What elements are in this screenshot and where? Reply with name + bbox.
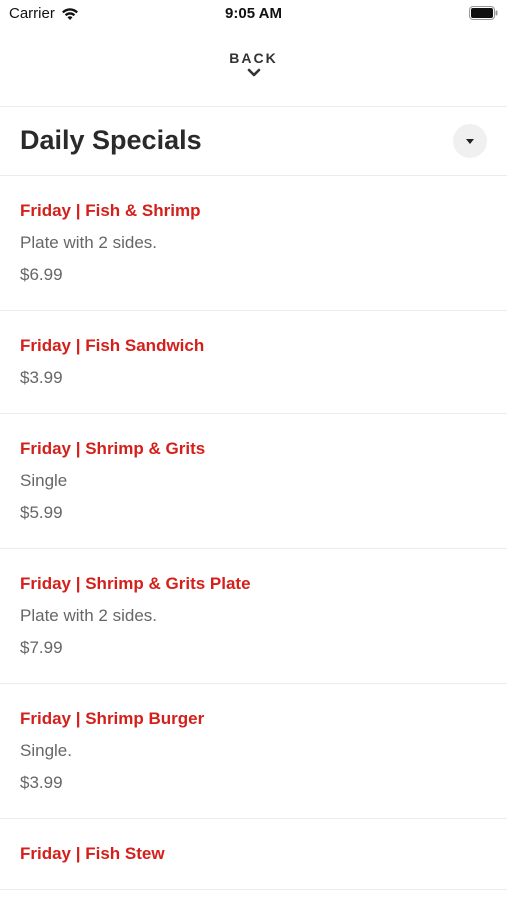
menu-item[interactable]: Friday | Fish Sandwich $3.99	[0, 311, 507, 414]
status-bar: Carrier 9:05 AM	[0, 0, 507, 28]
section-title: Daily Specials	[20, 125, 202, 155]
menu-item[interactable]: Friday | Fish & Shrimp Plate with 2 side…	[0, 176, 507, 311]
status-time: 9:05 AM	[225, 5, 282, 22]
item-name: Friday | Shrimp & Grits	[20, 439, 206, 458]
item-name: Friday | Fish Sandwich	[20, 336, 205, 355]
chevron-down-icon	[247, 68, 260, 77]
item-name: Friday | Shrimp & Grits Plate	[20, 574, 251, 593]
menu-item[interactable]: Friday | Fish Stew	[0, 819, 507, 890]
back-label: BACK	[229, 50, 278, 66]
item-price: $3.99	[20, 773, 63, 792]
item-name: Friday | Shrimp Burger	[20, 709, 205, 728]
caret-down-icon	[466, 138, 474, 144]
item-description: Single	[20, 471, 68, 490]
item-description: Single.	[20, 741, 72, 760]
battery-icon	[469, 6, 498, 20]
item-price: $7.99	[20, 638, 63, 657]
menu-item[interactable]: Friday | Shrimp & Grits Single $5.99	[0, 414, 507, 549]
item-description: Plate with 2 sides.	[20, 606, 158, 625]
item-price: $6.99	[20, 265, 63, 284]
item-description: Plate with 2 sides.	[20, 233, 158, 252]
item-name: Friday | Fish & Shrimp	[20, 201, 201, 220]
menu-list: Friday | Fish & Shrimp Plate with 2 side…	[0, 176, 507, 890]
back-button[interactable]: BACK	[0, 44, 507, 107]
item-name: Friday | Fish Stew	[20, 844, 165, 863]
menu-item[interactable]: Friday | Shrimp & Grits Plate Plate with…	[0, 549, 507, 684]
section-header: Daily Specials	[0, 107, 507, 176]
menu-item[interactable]: Friday | Shrimp Burger Single. $3.99	[0, 684, 507, 819]
screen: Carrier 9:05 AM BACK Daily Specials Frid…	[0, 0, 507, 900]
category-dropdown-button[interactable]	[453, 124, 487, 158]
item-price: $3.99	[20, 368, 63, 387]
item-price: $5.99	[20, 503, 63, 522]
